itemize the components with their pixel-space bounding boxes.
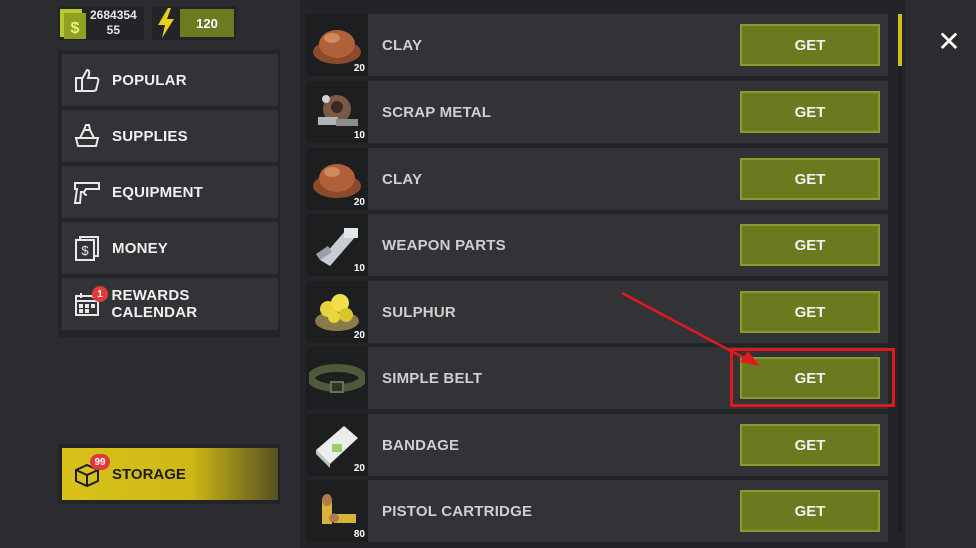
- storage-panel: 99 STORAGE: [58, 444, 280, 504]
- close-button[interactable]: ✕: [922, 14, 976, 68]
- item-thumbnail: 20: [306, 148, 368, 210]
- item-quantity: 20: [353, 197, 365, 208]
- scrollbar-thumb[interactable]: [898, 14, 902, 66]
- menu-label: SUPPLIES: [112, 127, 188, 145]
- money-secondary: 55: [106, 23, 121, 37]
- right-strip: [920, 0, 976, 548]
- menu-label: POPULAR: [112, 71, 187, 89]
- get-button[interactable]: GET: [740, 424, 880, 466]
- list-item: 10 SCRAP METAL GET: [306, 81, 888, 143]
- get-button[interactable]: GET: [740, 91, 880, 133]
- notification-badge: 1: [92, 286, 108, 302]
- svg-text:$: $: [71, 20, 80, 37]
- scrollbar-track[interactable]: [898, 14, 902, 534]
- item-thumbnail: 20: [306, 14, 368, 76]
- money-icon: $: [62, 222, 112, 274]
- clay-icon: [313, 30, 361, 64]
- storage-label: STORAGE: [112, 465, 186, 483]
- get-button[interactable]: GET: [740, 158, 880, 200]
- money-primary: 2684354: [90, 8, 137, 22]
- item-name: WEAPON PARTS: [382, 236, 506, 254]
- get-button[interactable]: GET: [740, 490, 880, 532]
- cash-icon: $: [58, 6, 88, 40]
- item-name: CLAY: [382, 170, 423, 188]
- thumbs-up-icon: [62, 54, 112, 106]
- menu-item-equipment[interactable]: EQUIPMENT: [62, 166, 278, 218]
- item-name: SCRAP METAL: [382, 103, 492, 121]
- calendar-icon: 1: [62, 278, 112, 330]
- list-item: 20 CLAY GET: [306, 14, 888, 76]
- supplies-icon: [62, 110, 112, 162]
- get-button[interactable]: GET: [740, 224, 880, 266]
- item-quantity: 20: [353, 463, 365, 474]
- item-thumbnail: 10: [306, 214, 368, 276]
- menu-label: REWARDS CALENDAR: [111, 287, 198, 321]
- item-name: BANDAGE: [382, 436, 460, 454]
- belt-icon: [309, 364, 365, 393]
- item-name: SIMPLE BELT: [382, 369, 483, 387]
- list-item: 20 BANDAGE GET: [306, 414, 888, 476]
- list-item: 10 WEAPON PARTS GET: [306, 214, 888, 276]
- list-item: 80 PISTOL CARTRIDGE GET: [306, 480, 888, 542]
- item-quantity: 20: [353, 63, 365, 74]
- item-thumbnail: 80: [306, 480, 368, 542]
- category-menu: POPULAR SUPPLIES EQUIPMENT $ MONEY 1 REW…: [58, 50, 280, 338]
- storage-badge: 99: [90, 454, 110, 470]
- item-quantity: 20: [353, 330, 365, 341]
- pistol-icon: [62, 166, 112, 218]
- item-name: CLAY: [382, 36, 423, 54]
- item-thumbnail: 20: [306, 281, 368, 343]
- item-quantity: 80: [353, 529, 365, 540]
- menu-item-money[interactable]: $ MONEY: [62, 222, 278, 274]
- get-button[interactable]: GET: [740, 24, 880, 66]
- menu-item-popular[interactable]: POPULAR: [62, 54, 278, 106]
- lightning-icon: [152, 6, 180, 40]
- list-item: 20 CLAY GET: [306, 148, 888, 210]
- item-thumbnail: 20: [306, 414, 368, 476]
- currency-bar: $ 2684354 55 120: [58, 6, 236, 40]
- storage-button[interactable]: 99 STORAGE: [62, 448, 278, 500]
- energy-counter: 120: [152, 6, 236, 40]
- item-name: PISTOL CARTRIDGE: [382, 502, 533, 520]
- item-quantity: 10: [353, 263, 365, 274]
- list-item: 20 SULPHUR GET: [306, 281, 888, 343]
- get-button[interactable]: GET: [740, 291, 880, 333]
- close-icon: ✕: [937, 25, 961, 57]
- menu-item-supplies[interactable]: SUPPLIES: [62, 110, 278, 162]
- item-quantity: 10: [353, 130, 365, 141]
- item-name: SULPHUR: [382, 303, 456, 321]
- money-counter: $ 2684354 55: [58, 6, 144, 40]
- annotation-highlight: [730, 348, 895, 407]
- item-thumbnail: [306, 347, 368, 409]
- menu-label: MONEY: [112, 239, 169, 257]
- menu-label: EQUIPMENT: [112, 183, 203, 201]
- menu-item-rewards-calendar[interactable]: 1 REWARDS CALENDAR: [62, 278, 278, 330]
- svg-text:$: $: [81, 243, 89, 258]
- box-icon: 99: [62, 448, 112, 500]
- energy-value: 120: [180, 9, 234, 37]
- clay-icon: [313, 164, 361, 198]
- item-thumbnail: 10: [306, 81, 368, 143]
